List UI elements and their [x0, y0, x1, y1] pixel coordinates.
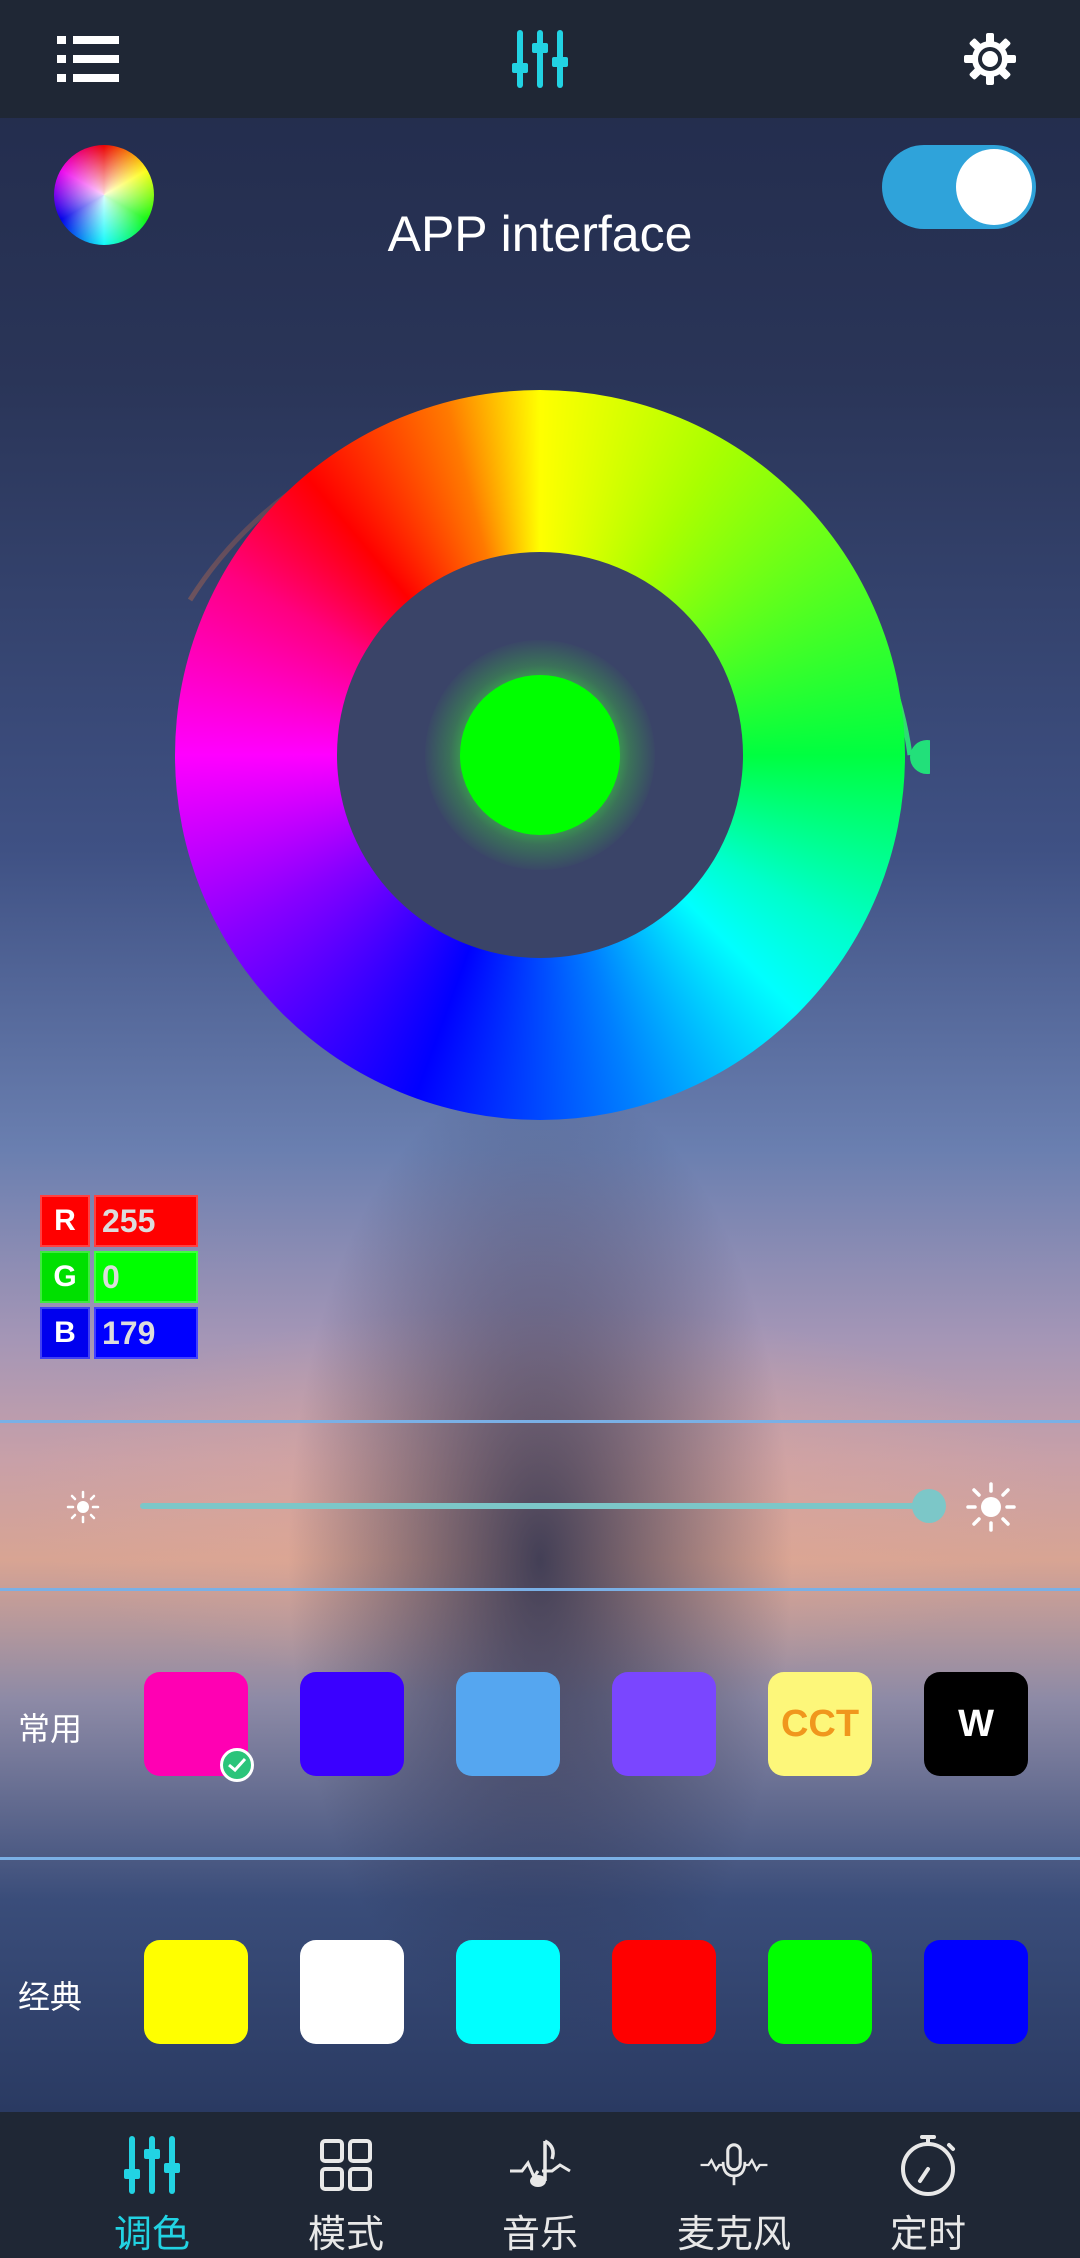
brightness-slider[interactable]: [140, 1489, 946, 1523]
classic-swatch-cyan[interactable]: [456, 1940, 560, 2044]
blue-row: B 179: [40, 1307, 198, 1359]
divider: [0, 1588, 1080, 1591]
classic-swatch-red[interactable]: [612, 1940, 716, 2044]
tab-label: 定时: [889, 2212, 966, 2256]
selected-color-preview: [460, 675, 620, 835]
classic-swatch-white[interactable]: [300, 1940, 404, 2044]
tab-label: 调色: [113, 2212, 190, 2256]
hue-handle[interactable]: [910, 740, 930, 774]
bottom-tab-bar: 调色 模式 音乐 麦克风 定时: [0, 2112, 1080, 2258]
tab-microphone[interactable]: 麦克风: [664, 2112, 804, 2258]
blue-value[interactable]: 179: [94, 1307, 198, 1359]
tab-label: 音乐: [501, 2212, 578, 2256]
classic-swatch-yellow[interactable]: [144, 1940, 248, 2044]
gear-icon[interactable]: [950, 20, 1030, 98]
tab-label: 模式: [307, 2212, 384, 2256]
tab-music[interactable]: 音乐: [470, 2112, 610, 2258]
common-swatch-violet[interactable]: [612, 1672, 716, 1776]
red-label: R: [40, 1195, 90, 1247]
green-value[interactable]: 0: [94, 1251, 198, 1303]
classic-label: 经典: [18, 1978, 83, 2016]
color-wheel[interactable]: [175, 390, 905, 1120]
microphone-icon: [699, 2130, 769, 2199]
classic-swatch-blue[interactable]: [924, 1940, 1028, 2044]
green-label: G: [40, 1251, 90, 1303]
common-swatch-white-w[interactable]: W: [924, 1672, 1028, 1776]
stopwatch-icon: [893, 2130, 963, 2199]
color-wheel-container: [150, 350, 930, 1130]
red-row: R 255: [40, 1195, 198, 1247]
app-screen: APP interface R 255 G 0 B 179 常用 CCT W 经…: [0, 0, 1080, 2258]
common-label: 常用: [18, 1710, 83, 1748]
red-value[interactable]: 255: [94, 1195, 198, 1247]
common-swatch-cct[interactable]: CCT: [768, 1672, 872, 1776]
tab-mode[interactable]: 模式: [276, 2112, 416, 2258]
page-title: APP interface: [387, 206, 693, 262]
divider: [0, 1420, 1080, 1423]
top-bar: [0, 0, 1080, 118]
tab-color[interactable]: 调色: [82, 2112, 222, 2258]
equalizer-icon: [117, 2130, 187, 2199]
sun-small-icon: [66, 1490, 100, 1524]
equalizer-icon[interactable]: [500, 20, 580, 98]
rgb-values: R 255 G 0 B 179: [40, 1195, 198, 1363]
blue-label: B: [40, 1307, 90, 1359]
common-swatch-indigo[interactable]: [300, 1672, 404, 1776]
grid-icon: [311, 2130, 381, 2199]
sun-large-icon: [966, 1482, 1016, 1532]
green-row: G 0: [40, 1251, 198, 1303]
common-swatch-magenta[interactable]: [144, 1672, 254, 1782]
brightness-thumb[interactable]: [912, 1489, 946, 1523]
tab-label: 麦克风: [676, 2212, 791, 2256]
classic-swatch-green[interactable]: [768, 1940, 872, 2044]
menu-list-icon[interactable]: [48, 22, 128, 96]
common-swatch-sky[interactable]: [456, 1672, 560, 1776]
selected-check-icon: [220, 1748, 254, 1782]
divider: [0, 1857, 1080, 1860]
tab-timer[interactable]: 定时: [858, 2112, 998, 2258]
music-note-icon: [505, 2130, 575, 2199]
